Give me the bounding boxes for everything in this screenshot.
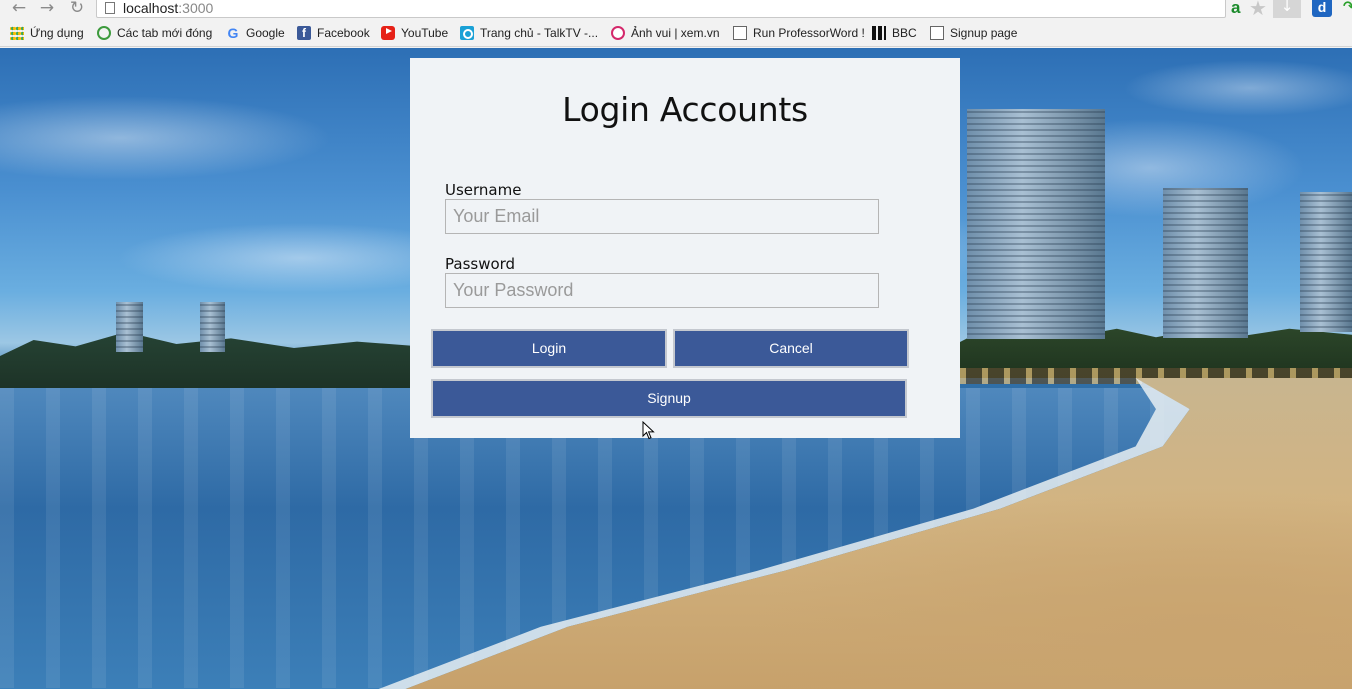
page-icon <box>930 26 944 40</box>
apps-grid-icon <box>10 26 24 40</box>
bookmark-professorword[interactable]: Run ProfessorWord ! <box>733 25 865 41</box>
bookmark-xem[interactable]: Ảnh vui | xem.vn <box>611 25 720 41</box>
reload-icon[interactable]: ↻ <box>66 0 88 17</box>
google-icon: G <box>227 25 239 41</box>
bookmark-bbc[interactable]: BBC <box>872 25 917 41</box>
bookmark-recent-tabs[interactable]: Các tab mới đóng <box>97 25 212 41</box>
address-url: localhost:3000 <box>123 0 214 16</box>
bookmark-label: YouTube <box>401 26 449 40</box>
bookmark-signup-page[interactable]: Signup page <box>930 25 1017 41</box>
bookmark-label: BBC <box>892 26 917 40</box>
bookmark-apps[interactable]: Ứng dụng <box>10 25 84 41</box>
youtube-icon <box>381 26 395 40</box>
bookmark-label: Google <box>246 26 285 40</box>
page-title: Login Accounts <box>562 90 808 129</box>
password-input[interactable] <box>445 273 879 308</box>
recent-tabs-icon <box>97 26 111 40</box>
left-tower-building <box>116 302 143 352</box>
signup-button[interactable]: Signup <box>431 379 907 418</box>
bookmark-youtube[interactable]: YouTube <box>381 25 448 41</box>
bookmark-label: Ứng dụng <box>30 26 84 40</box>
amazon-extension-icon[interactable]: a <box>1231 0 1240 18</box>
bookmark-talktv[interactable]: Trang chủ - TalkTV -... <box>460 25 598 41</box>
talktv-icon <box>460 26 474 40</box>
bookmark-label: Trang chủ - TalkTV -... <box>480 26 599 40</box>
bookmark-label: Run ProfessorWord ! <box>753 26 865 40</box>
xem-icon <box>611 26 625 40</box>
facebook-icon: f <box>297 26 311 40</box>
right-tower-building <box>1163 188 1248 338</box>
back-arrow-icon[interactable]: ← <box>8 0 30 17</box>
username-label: Username <box>445 181 522 199</box>
bookmark-label: Các tab mới đóng <box>117 26 213 40</box>
forward-arrow-icon[interactable]: → <box>36 0 58 17</box>
page-icon <box>105 2 115 14</box>
bookmark-label: Facebook <box>317 26 370 40</box>
bookmark-label: Ảnh vui | xem.vn <box>631 26 720 40</box>
cancel-button[interactable]: Cancel <box>673 329 909 368</box>
download-extension-icon[interactable]: ↓ <box>1273 0 1301 18</box>
password-label: Password <box>445 255 516 273</box>
login-card: Login Accounts Username Password Login C… <box>410 58 960 438</box>
left-tower-building <box>200 302 225 352</box>
blue-extension-icon[interactable]: d <box>1312 0 1332 17</box>
username-input[interactable] <box>445 199 879 234</box>
bbc-icon <box>872 26 886 40</box>
bookmarks-bar: Ứng dụng Các tab mới đóng G Google f Fac… <box>0 20 1352 47</box>
green-extension-icon[interactable]: ↷ <box>1343 0 1352 15</box>
browser-toolbar: ← → ↻ localhost:3000 a ★ ↓ d ↷ <box>0 0 1352 20</box>
right-tower-building <box>1300 192 1352 332</box>
bookmark-facebook[interactable]: f Facebook <box>297 25 370 41</box>
page-icon <box>733 26 747 40</box>
bookmark-star-icon[interactable]: ★ <box>1249 0 1267 20</box>
address-bar[interactable]: localhost:3000 <box>96 0 1226 18</box>
bookmark-label: Signup page <box>950 26 1018 40</box>
right-tower-building <box>967 109 1105 339</box>
login-button[interactable]: Login <box>431 329 667 368</box>
bookmark-google[interactable]: G Google <box>226 25 285 41</box>
